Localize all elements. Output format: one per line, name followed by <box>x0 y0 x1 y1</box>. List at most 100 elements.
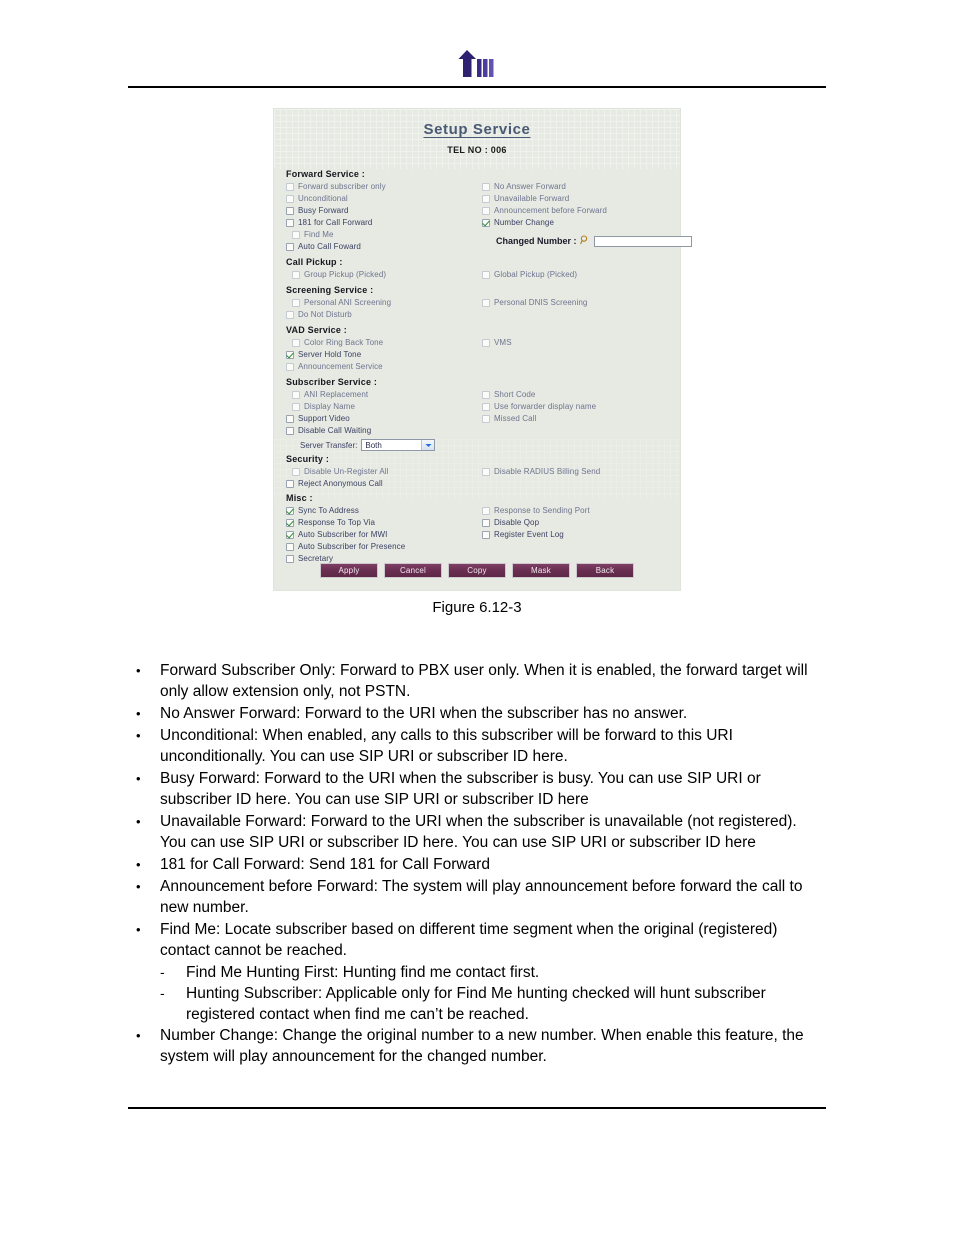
checkbox-use-forwarder-display-name[interactable]: Use forwarder display name <box>482 401 668 413</box>
magnifier-icon[interactable] <box>579 232 589 250</box>
checkbox-label: Do Not Disturb <box>298 310 352 319</box>
checkbox-box[interactable] <box>286 243 294 251</box>
checkbox-box[interactable] <box>482 183 490 191</box>
checkbox-box[interactable] <box>482 507 490 515</box>
checkbox-global-pickup[interactable]: Global Pickup (Picked) <box>482 269 668 281</box>
checkbox-color-ring-back-tone[interactable]: Color Ring Back Tone <box>286 337 482 349</box>
checkbox-number-change[interactable]: Number Change <box>482 217 692 229</box>
list-item: • Announcement before Forward: The syste… <box>128 876 826 918</box>
checkbox-sync-to-address[interactable]: Sync To Address <box>286 505 482 517</box>
checkbox-box[interactable] <box>286 427 294 435</box>
checkbox-box[interactable] <box>292 391 300 399</box>
checkbox-box[interactable] <box>482 415 490 423</box>
checkbox-personal-dnis-screening[interactable]: Personal DNIS Screening <box>482 297 668 309</box>
checkbox-box[interactable] <box>482 391 490 399</box>
checkbox-auto-call-foward[interactable]: Auto Call Foward <box>286 241 482 253</box>
checkbox-box[interactable] <box>292 403 300 411</box>
checkbox-auto-subscriber-for-presence[interactable]: Auto Subscriber for Presence <box>286 541 482 553</box>
checkbox-box[interactable] <box>286 543 294 551</box>
bullet-marker: • <box>136 879 141 894</box>
checkbox-disable-call-waiting[interactable]: Disable Call Waiting <box>286 425 482 437</box>
checkbox-box[interactable] <box>286 519 294 527</box>
checkbox-do-not-disturb[interactable]: Do Not Disturb <box>286 309 482 321</box>
checkbox-box[interactable] <box>482 468 490 476</box>
bullet-marker: • <box>136 663 141 678</box>
checkbox-box[interactable] <box>482 339 490 347</box>
checkbox-unconditional[interactable]: Unconditional <box>286 193 482 205</box>
checkbox-box[interactable] <box>292 339 300 347</box>
checkbox-box[interactable] <box>286 555 294 563</box>
checkbox-group-pickup[interactable]: Group Pickup (Picked) <box>286 269 482 281</box>
checkbox-register-event-log[interactable]: Register Event Log <box>482 529 668 541</box>
checkbox-box[interactable] <box>286 207 294 215</box>
checkbox-box[interactable] <box>292 468 300 476</box>
checkbox-box[interactable] <box>286 183 294 191</box>
checkbox-reject-anonymous-call[interactable]: Reject Anonymous Call <box>286 478 482 490</box>
checkbox-box[interactable] <box>286 415 294 423</box>
checkbox-response-to-top-via[interactable]: Response To Top Via <box>286 517 482 529</box>
section-title-misc: Misc : <box>286 493 313 503</box>
checkbox-box[interactable] <box>286 311 294 319</box>
server-transfer-value: Both <box>365 440 382 450</box>
checkbox-box[interactable] <box>482 195 490 203</box>
checkbox-server-hold-tone[interactable]: Server Hold Tone <box>286 349 482 361</box>
checkbox-auto-subscriber-for-mwi[interactable]: Auto Subscriber for MWI <box>286 529 482 541</box>
misc-left-column: Sync To Address Response To Top Via Auto… <box>286 505 482 565</box>
checkbox-box[interactable] <box>482 271 490 279</box>
changed-number-input[interactable] <box>593 235 692 247</box>
checkbox-vms[interactable]: VMS <box>482 337 668 349</box>
checkbox-box[interactable] <box>482 519 490 527</box>
checkbox-box[interactable] <box>286 480 294 488</box>
chevron-down-icon[interactable] <box>421 440 435 450</box>
checkbox-box[interactable] <box>286 219 294 227</box>
checkbox-personal-ani-screening[interactable]: Personal ANI Screening <box>286 297 482 309</box>
checkbox-box[interactable] <box>292 231 300 239</box>
checkbox-label: Forward subscriber only <box>298 182 386 191</box>
checkbox-missed-call[interactable]: Missed Call <box>482 413 668 425</box>
checkbox-box[interactable] <box>286 507 294 515</box>
checkbox-box[interactable] <box>286 363 294 371</box>
checkbox-box[interactable] <box>286 531 294 539</box>
checkbox-response-to-sending-port[interactable]: Response to Sending Port <box>482 505 668 517</box>
checkbox-no-answer-forward[interactable]: No Answer Forward <box>482 181 692 193</box>
checkbox-box[interactable] <box>482 219 490 227</box>
checkbox-forward-subscriber-only[interactable]: Forward subscriber only <box>286 181 482 193</box>
checkbox-label: No Answer Forward <box>494 182 566 191</box>
checkbox-box[interactable] <box>286 195 294 203</box>
checkbox-box[interactable] <box>292 299 300 307</box>
checkbox-announcement-service[interactable]: Announcement Service <box>286 361 482 373</box>
checkbox-181-for-call-forward[interactable]: 181 for Call Forward <box>286 217 482 229</box>
checkbox-support-video[interactable]: Support Video <box>286 413 482 425</box>
checkbox-label: Disable Qop <box>494 518 540 527</box>
mask-button[interactable]: Mask <box>512 563 570 578</box>
checkbox-box[interactable] <box>292 271 300 279</box>
checkbox-announcement-before-forward[interactable]: Announcement before Forward <box>482 205 692 217</box>
section-security: Disable Un-Register All Reject Anonymous… <box>286 466 668 490</box>
checkbox-unavailable-forward[interactable]: Unavailable Forward <box>482 193 692 205</box>
checkbox-box[interactable] <box>482 531 490 539</box>
checkbox-display-name[interactable]: Display Name <box>286 401 482 413</box>
vad-left-column: Color Ring Back Tone Server Hold Tone An… <box>286 337 482 373</box>
security-left-column: Disable Un-Register All Reject Anonymous… <box>286 466 482 490</box>
section-forward: Forward subscriber only Unconditional Bu… <box>286 181 692 253</box>
checkbox-busy-forward[interactable]: Busy Forward <box>286 205 482 217</box>
checkbox-box[interactable] <box>482 403 490 411</box>
checkbox-disable-radius-billing-send[interactable]: Disable RADIUS Billing Send <box>482 466 668 478</box>
checkbox-box[interactable] <box>286 351 294 359</box>
server-transfer-select[interactable]: Both <box>361 439 436 451</box>
checkbox-label: Auto Call Foward <box>298 242 361 251</box>
checkbox-disable-qop[interactable]: Disable Qop <box>482 517 668 529</box>
page-title: Setup Service <box>423 121 531 138</box>
apply-button[interactable]: Apply <box>320 563 378 578</box>
checkbox-short-code[interactable]: Short Code <box>482 389 668 401</box>
checkbox-box[interactable] <box>482 299 490 307</box>
section-title-subscriber: Subscriber Service : <box>286 377 378 387</box>
checkbox-ani-replacement[interactable]: ANI Replacement <box>286 389 482 401</box>
copy-button[interactable]: Copy <box>448 563 506 578</box>
back-button[interactable]: Back <box>576 563 634 578</box>
cancel-button[interactable]: Cancel <box>384 563 442 578</box>
checkbox-box[interactable] <box>482 207 490 215</box>
bullet-marker: • <box>136 814 141 829</box>
checkbox-find-me[interactable]: Find Me <box>286 229 482 241</box>
checkbox-disable-un-register-all[interactable]: Disable Un-Register All <box>286 466 482 478</box>
